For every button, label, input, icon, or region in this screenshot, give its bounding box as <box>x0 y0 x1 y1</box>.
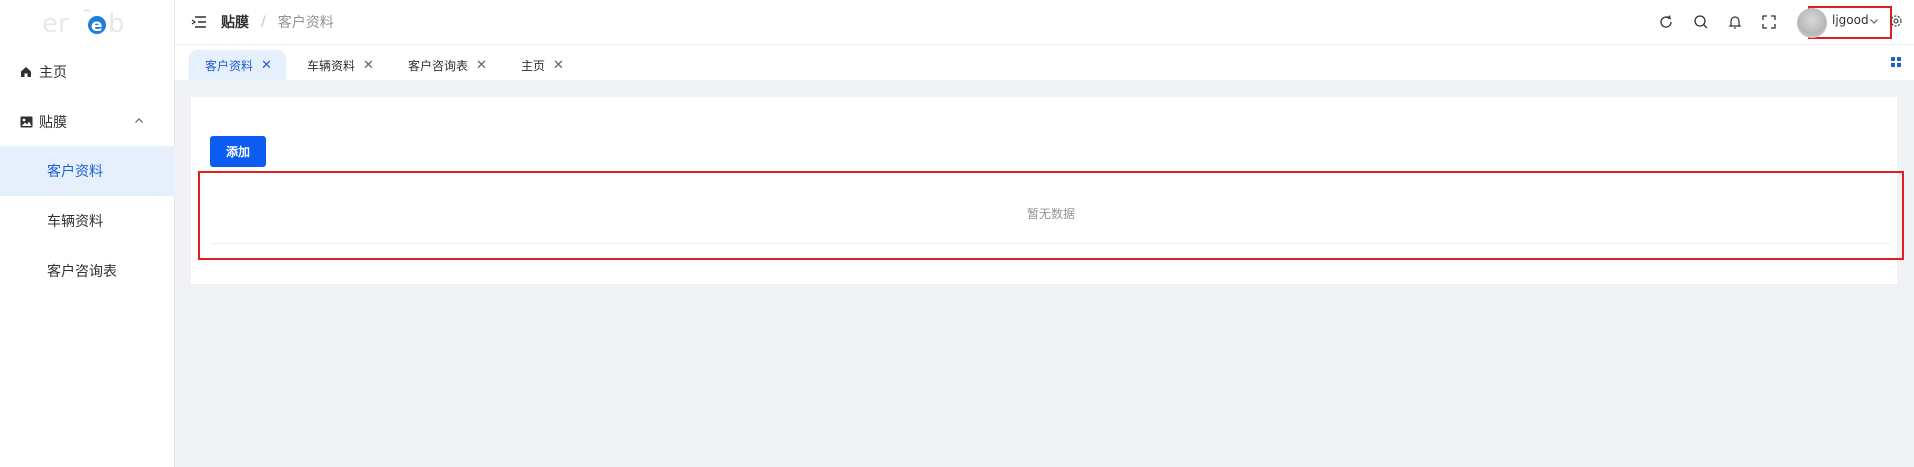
breadcrumb-separator: / <box>261 14 266 30</box>
grid-icon[interactable] <box>1891 57 1901 67</box>
avatar[interactable] <box>1797 8 1827 38</box>
sidebar: er e b 主页 贴膜 客户资料 车辆资料 客户咨询表 <box>0 0 175 467</box>
username[interactable]: ljgood <box>1832 13 1869 27</box>
tab-home[interactable]: 主页 ✕ <box>505 50 578 80</box>
menu-fold-icon[interactable] <box>191 14 207 30</box>
close-icon[interactable]: ✕ <box>363 59 374 72</box>
table-divider <box>212 243 1890 244</box>
fullscreen-icon[interactable] <box>1760 13 1778 31</box>
data-table: 暂无数据 <box>198 171 1904 260</box>
breadcrumb: 贴膜 / 客户资料 <box>221 12 334 32</box>
menu-item-label: 主页 <box>39 65 67 81</box>
chevron-down-icon[interactable] <box>1869 16 1879 26</box>
app-logo: er e b <box>42 9 125 39</box>
bell-icon[interactable] <box>1726 13 1744 31</box>
close-icon[interactable]: ✕ <box>261 59 272 72</box>
refresh-icon[interactable] <box>1657 13 1675 31</box>
home-icon <box>19 65 33 79</box>
tab-vehicle-info[interactable]: 车辆资料 ✕ <box>291 50 388 80</box>
tab-label: 车辆资料 <box>307 58 356 73</box>
menu-item-film[interactable]: 贴膜 <box>0 97 175 147</box>
submenu-item-vehicle-info[interactable]: 车辆资料 <box>0 196 175 246</box>
svg-text:er: er <box>42 9 69 39</box>
tab-label: 客户资料 <box>205 58 254 73</box>
breadcrumb-parent[interactable]: 贴膜 <box>221 12 249 32</box>
top-header: 贴膜 / 客户资料 <box>175 0 1914 45</box>
menu-item-label: 贴膜 <box>39 115 67 131</box>
tab-label: 主页 <box>521 58 546 73</box>
add-button[interactable]: 添加 <box>210 136 266 167</box>
submenu-item-customer-info[interactable]: 客户资料 <box>0 146 175 196</box>
tabs-bar: 客户资料 ✕ 车辆资料 ✕ 客户咨询表 ✕ 主页 ✕ <box>175 45 1914 80</box>
svg-text:b: b <box>108 9 125 39</box>
settings-icon[interactable] <box>1889 14 1903 28</box>
close-icon[interactable]: ✕ <box>476 59 487 72</box>
empty-state-text: 暂无数据 <box>1026 207 1075 221</box>
close-icon[interactable]: ✕ <box>553 59 564 72</box>
menu-item-home[interactable]: 主页 <box>0 47 175 97</box>
svg-text:e: e <box>91 16 103 36</box>
image-icon <box>19 115 33 129</box>
tab-label: 客户咨询表 <box>408 58 469 73</box>
breadcrumb-current: 客户资料 <box>277 15 334 31</box>
tab-customer-consult[interactable]: 客户咨询表 ✕ <box>392 50 501 80</box>
submenu-item-customer-consult[interactable]: 客户咨询表 <box>0 246 175 296</box>
search-icon[interactable] <box>1692 13 1710 31</box>
chevron-up-icon <box>135 118 143 123</box>
tab-customer-info[interactable]: 客户资料 ✕ <box>189 50 286 80</box>
